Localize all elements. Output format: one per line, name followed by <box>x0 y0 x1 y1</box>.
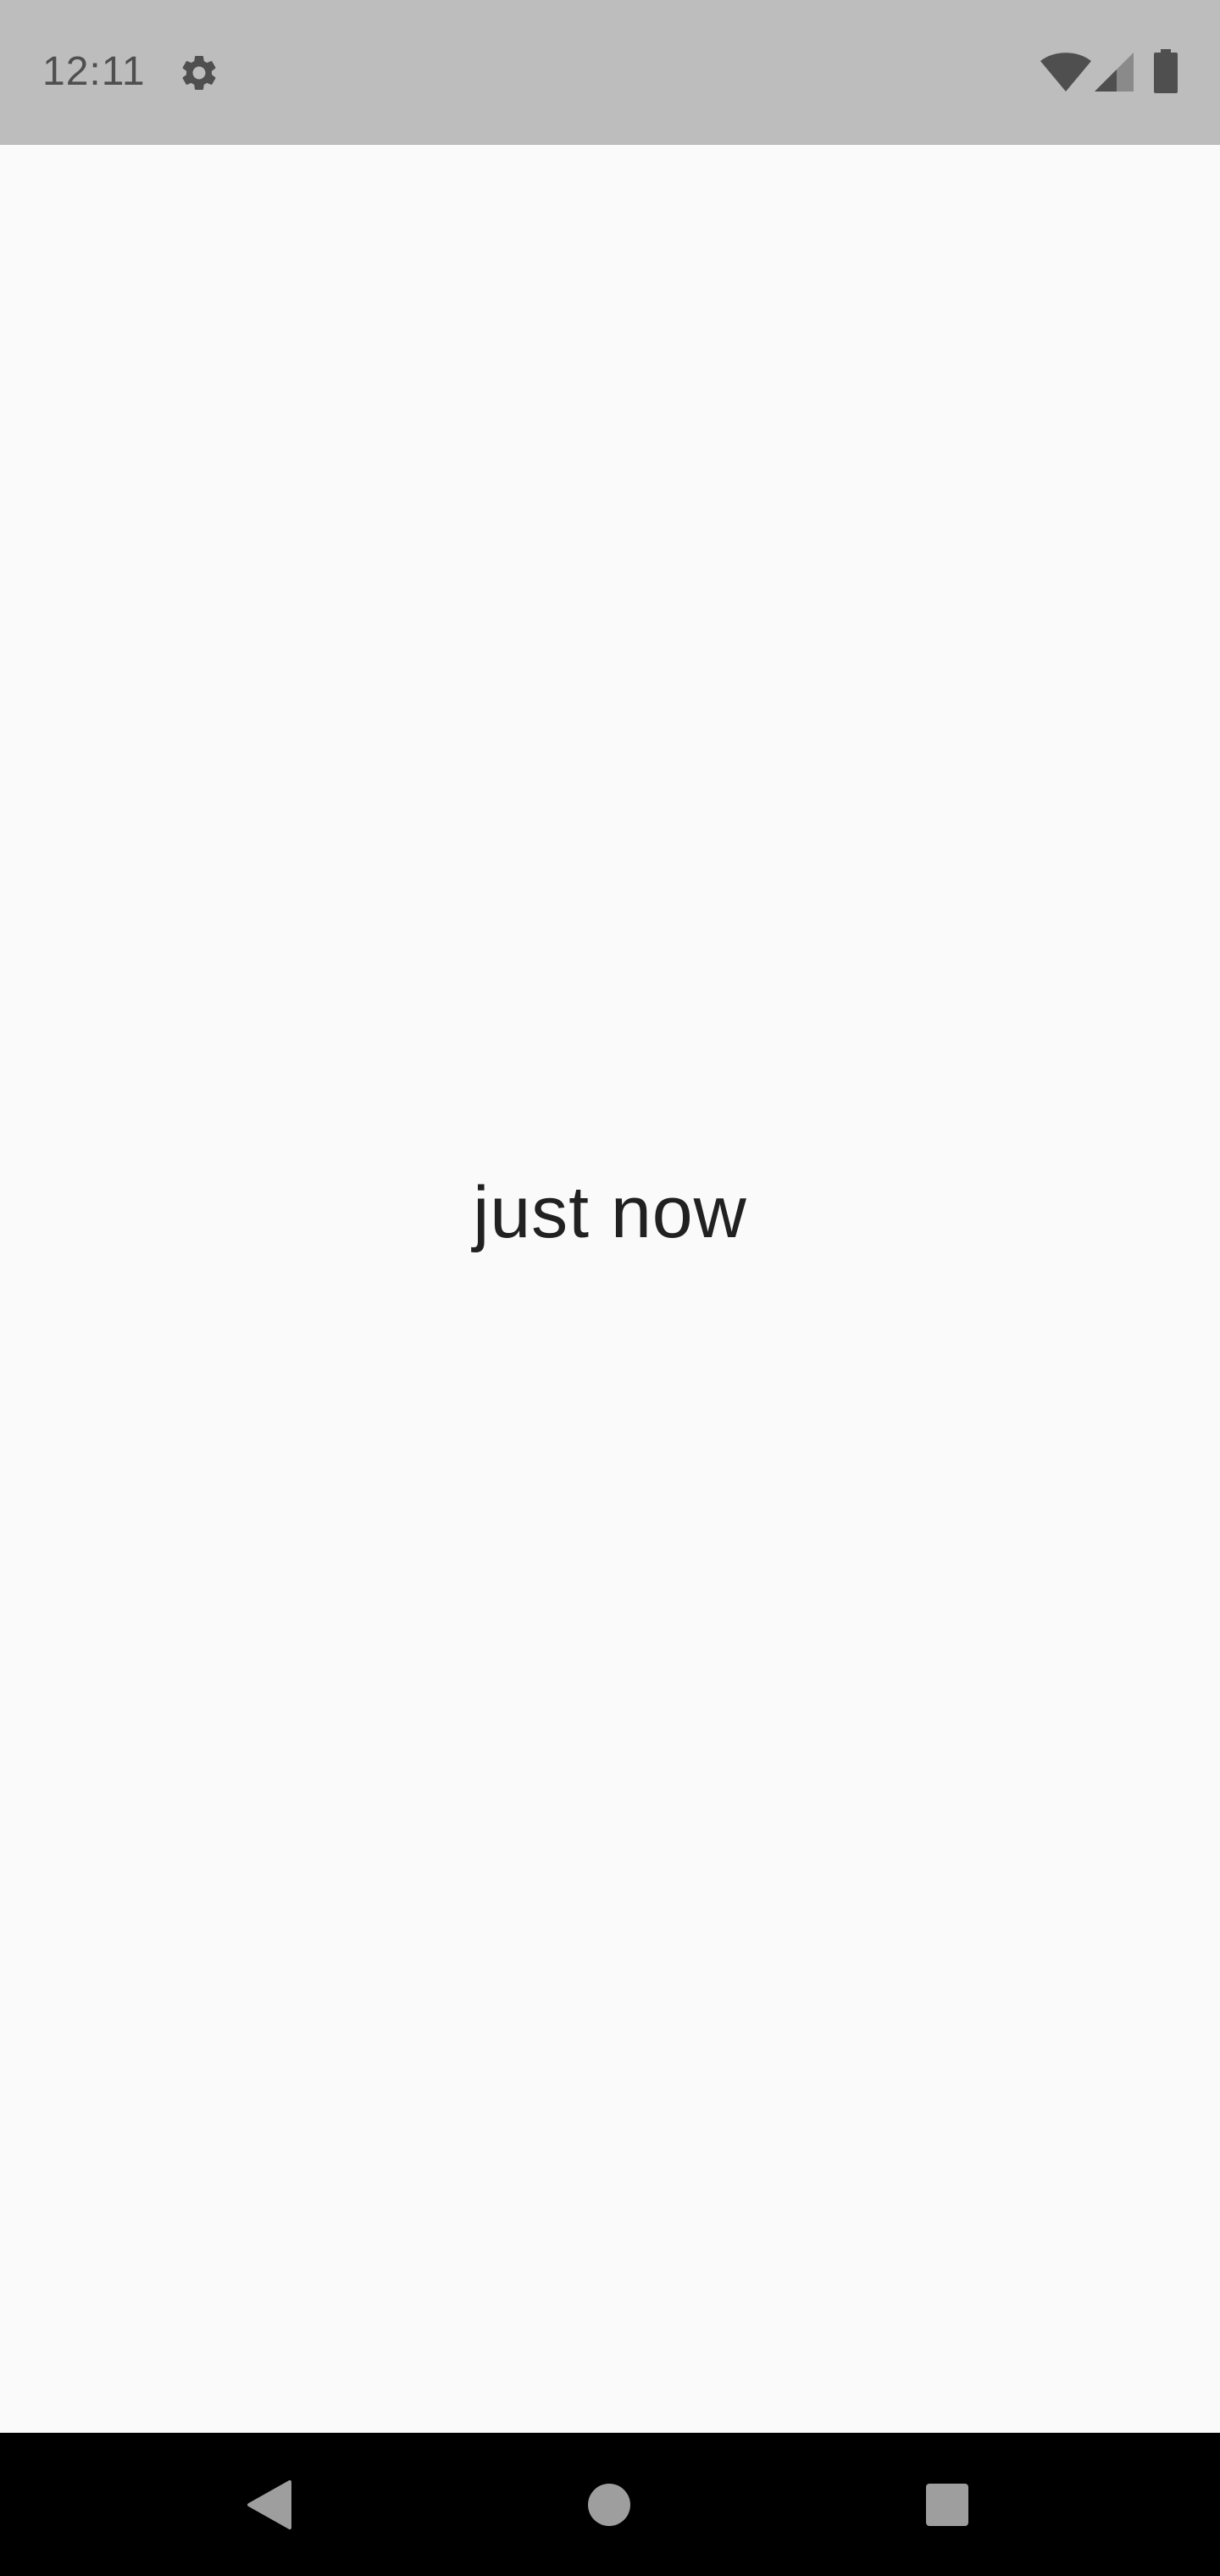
home-icon <box>588 2483 630 2526</box>
navigation-bar <box>0 2433 1220 2576</box>
status-bar: 12:11 <box>0 0 1220 145</box>
signal-icon <box>1095 53 1134 92</box>
status-time: 12:11 <box>42 49 146 94</box>
recents-button[interactable] <box>862 2433 1032 2576</box>
gear-icon <box>182 55 216 90</box>
relative-time-text: just now <box>473 1172 747 1253</box>
battery-icon <box>1154 49 1178 93</box>
back-icon <box>247 2479 291 2529</box>
back-button[interactable] <box>185 2433 354 2576</box>
wifi-icon <box>1040 53 1091 92</box>
recents-icon <box>926 2483 968 2526</box>
main-content: just now <box>0 145 1220 2433</box>
app-screen: 12:11 just now <box>0 0 1220 2576</box>
home-button[interactable] <box>524 2433 694 2576</box>
